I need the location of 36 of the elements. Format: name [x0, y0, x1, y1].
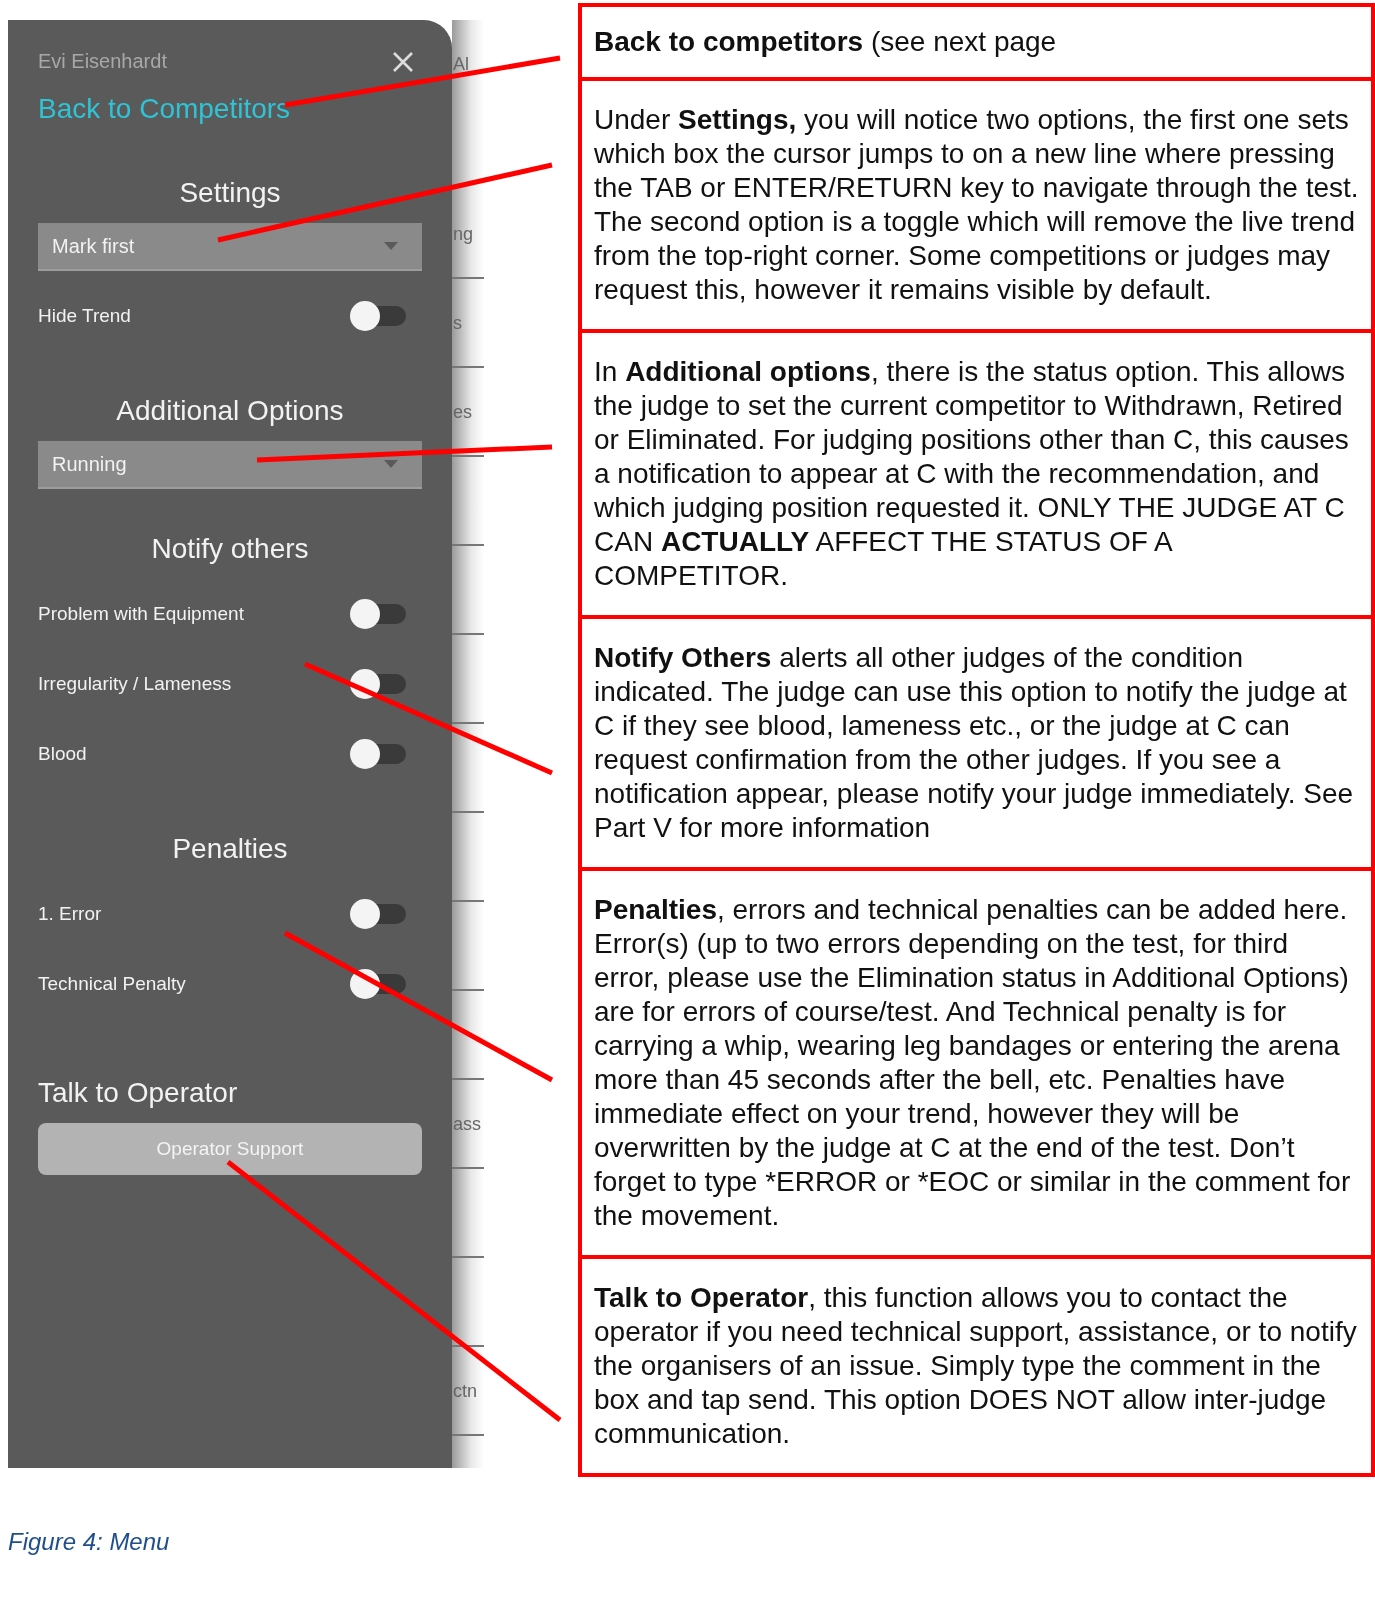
note-text: Penalties, errors and technical penalties can be added here. Error(s) (up to two errors depending on the test, for third error, please use the Elimination status in Additional Options) are for errors of course/test. And Technical penalty is for carrying a whip, wearing leg bandages or entering the arena more than 45 seconds after the bell, etc. Penalties have immediate effect on your trend, however they will be overwritten by the judge at C at the end of the test. Don’t forget to type *ERROR or *EOC or similar in the comment for the movement.: [594, 893, 1352, 1233]
toggle-switch[interactable]: [350, 599, 406, 629]
figure-caption: Figure 4: Menu: [8, 1528, 171, 1556]
section-title: Penalties: [171, 833, 289, 865]
toggle-label: Blood: [38, 743, 87, 765]
note-text: Notify Others alerts all other judges of the condition indicated. The judge can use this option to notify the judge at C if they see blood, lameness etc., or the judge at C can request confirmation from the other judges. If you see a notification appear, please notify your judge immediately. See Part V for more information: [594, 641, 1355, 845]
toggle-switch[interactable]: [350, 899, 406, 929]
toggle-label: Irregularity / Lameness: [38, 673, 232, 695]
cut-text: s: [453, 313, 462, 334]
dropdown[interactable]: Running: [38, 441, 422, 489]
toggle-label: 1. Error: [38, 903, 102, 925]
user-name: Evi Eisenhardt: [38, 50, 167, 73]
toggle-switch[interactable]: [350, 969, 406, 999]
cut-text: es: [453, 402, 472, 423]
toggle-label: Problem with Equipment: [38, 603, 244, 625]
section-title: Notify others: [150, 533, 310, 565]
section-title: Settings: [178, 177, 282, 209]
note-text: Under Settings, you will notice two options, the first one sets which box the cursor jumps to on a new line where pressing the TAB or ENTER/RETURN key to navigate through the test. The second option is a toggle which will remove the live trend from the top-right corner. Some competitions or judges may request this, however it remains visible by default.: [594, 103, 1359, 307]
cut-text: ng: [453, 224, 474, 245]
note-text: Talk to Operator, this function allows you to contact the operator if you need technical support, assistance, or to notify the organisers of an issue. Simply type the comment in the box and tap send. This option DOES NOT allow inter-judge communication.: [594, 1281, 1358, 1451]
cut-text: Al: [453, 54, 469, 75]
toggle-switch[interactable]: [350, 301, 406, 331]
toggle-switch[interactable]: [350, 669, 406, 699]
note-text: In Additional options, there is the status option. This allows the judge to set the current competitor to Withdrawn, Retired or Eliminated. For judging positions other than C, this causes a notification to appear at C with the recommendation, and which judging position requested it. ONLY THE JUDGE AT C CAN ACTUALLY AFFECT THE STATUS OF A COMPETITOR.: [594, 355, 1350, 593]
dropdown[interactable]: Mark first: [38, 223, 422, 271]
caret-icon: [384, 460, 398, 468]
toggle-switch[interactable]: [350, 739, 406, 769]
note-text: Back to competitors (see next page: [594, 25, 1058, 59]
close-icon[interactable]: [392, 50, 414, 73]
toggle-label: Hide Trend: [38, 305, 131, 327]
cut-text: ass: [453, 1114, 481, 1135]
back-link[interactable]: Back to Competitors: [38, 93, 422, 125]
toggle-label: Technical Penalty: [38, 973, 186, 995]
section-title: Additional Options: [115, 395, 345, 427]
caret-icon: [384, 242, 398, 250]
section-title: Talk to Operator: [38, 1077, 239, 1109]
